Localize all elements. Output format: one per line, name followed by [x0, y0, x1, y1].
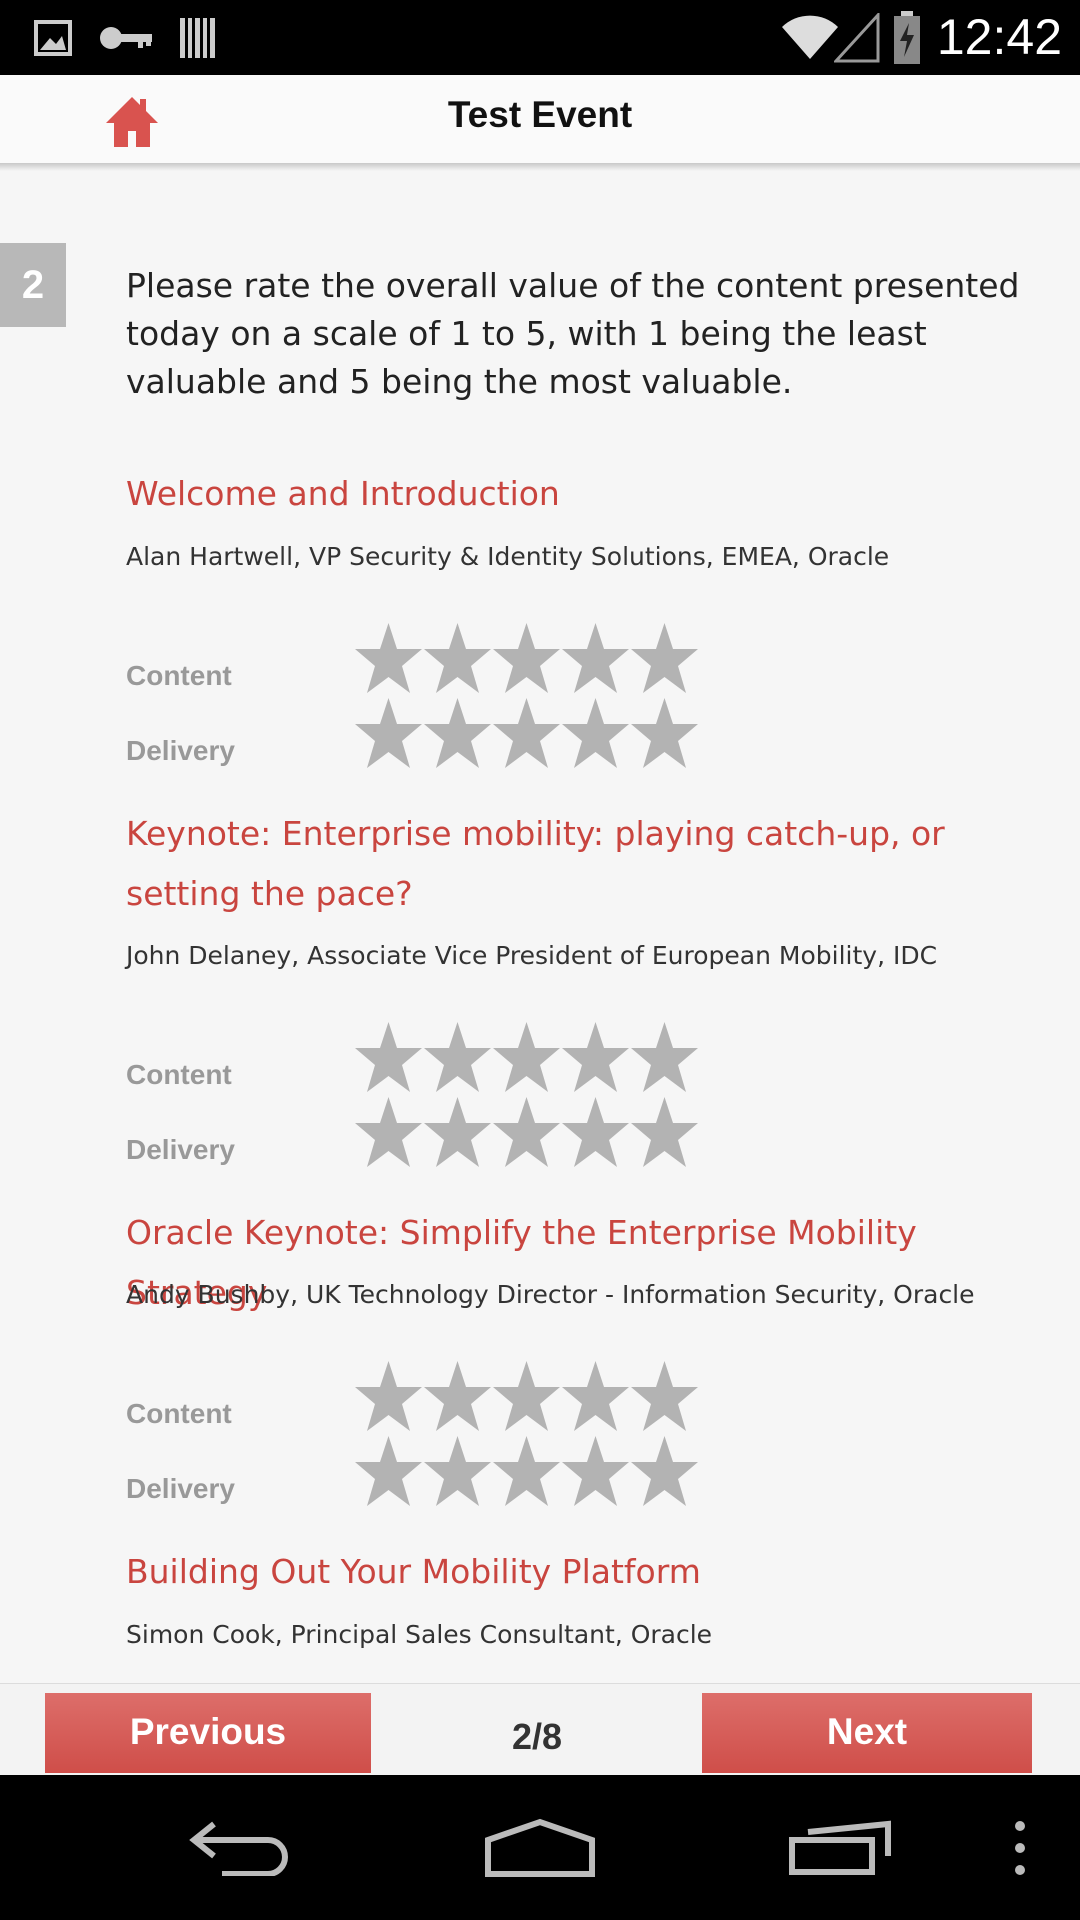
delivery-rating-label: Delivery: [126, 1473, 235, 1504]
delivery-rating-stars[interactable]: [354, 1095, 699, 1169]
star-icon[interactable]: [492, 621, 561, 695]
pager-bar: Previous 2/8 Next: [0, 1683, 1080, 1776]
home-nav-button[interactable]: [450, 1775, 630, 1920]
session-speaker: Alan Hartwell, VP Security & Identity So…: [126, 542, 890, 571]
session-title: Keynote: Enterprise mobility: playing ca…: [126, 814, 945, 913]
delivery-rating-label: Delivery: [126, 735, 235, 766]
content-rating-stars[interactable]: [354, 1020, 699, 1094]
session-title: Building Out Your Mobility Platform: [126, 1552, 701, 1591]
star-icon[interactable]: [354, 1434, 423, 1508]
barcode-icon: [178, 0, 218, 75]
star-icon[interactable]: [630, 621, 699, 695]
star-icon[interactable]: [354, 696, 423, 770]
clock: 12:42: [936, 9, 1062, 65]
content-rating-stars[interactable]: [354, 621, 699, 695]
home-button[interactable]: [104, 95, 160, 149]
gallery-icon: [34, 0, 74, 75]
star-icon[interactable]: [630, 1434, 699, 1508]
star-icon[interactable]: [423, 621, 492, 695]
delivery-rating-label: Delivery: [126, 1134, 235, 1165]
star-icon[interactable]: [492, 1020, 561, 1094]
star-icon[interactable]: [354, 1095, 423, 1169]
question-text: Please rate the overall value of the con…: [126, 266, 1020, 401]
star-icon[interactable]: [492, 1359, 561, 1433]
overflow-menu-button[interactable]: [990, 1775, 1050, 1920]
content-rating-label: Content: [126, 1059, 232, 1090]
question-number-badge: 2: [0, 243, 66, 327]
page-indicator: 2/8: [511, 1716, 563, 1757]
star-icon[interactable]: [561, 696, 630, 770]
battery-charging-icon: [892, 0, 922, 75]
back-button[interactable]: [150, 1775, 330, 1920]
star-icon[interactable]: [423, 1095, 492, 1169]
star-icon[interactable]: [561, 1095, 630, 1169]
star-icon[interactable]: [423, 1359, 492, 1433]
back-icon: [189, 1821, 288, 1876]
wifi-icon: [780, 0, 840, 75]
navigation-bar: [0, 1775, 1080, 1920]
key-icon: [98, 0, 154, 75]
home-icon: [106, 97, 158, 147]
star-icon[interactable]: [423, 1020, 492, 1094]
content-rating-label: Content: [126, 660, 232, 691]
delivery-rating-stars[interactable]: [354, 696, 699, 770]
star-icon[interactable]: [630, 1359, 699, 1433]
star-icon[interactable]: [354, 1020, 423, 1094]
star-icon[interactable]: [423, 1434, 492, 1508]
session-speaker: John Delaney, Associate Vice President o…: [126, 941, 938, 970]
signal-icon: [834, 0, 880, 75]
content-rating-stars[interactable]: [354, 1359, 699, 1433]
previous-button[interactable]: Previous: [45, 1693, 371, 1773]
star-icon[interactable]: [492, 696, 561, 770]
star-icon[interactable]: [354, 621, 423, 695]
star-icon[interactable]: [561, 621, 630, 695]
recent-apps-button[interactable]: [750, 1775, 930, 1920]
home-nav-icon: [485, 1818, 595, 1877]
overflow-menu-icon: [1015, 1820, 1025, 1875]
content-rating-label: Content: [126, 1398, 232, 1429]
app-bar-shadow: [0, 163, 1080, 171]
next-button[interactable]: Next: [702, 1693, 1032, 1773]
star-icon[interactable]: [630, 1095, 699, 1169]
star-icon[interactable]: [492, 1095, 561, 1169]
star-icon[interactable]: [561, 1434, 630, 1508]
recent-apps-icon: [789, 1820, 891, 1875]
status-bar: 12:42: [0, 0, 1080, 75]
app-bar: Test Event: [0, 75, 1080, 163]
star-icon[interactable]: [630, 1020, 699, 1094]
star-icon[interactable]: [561, 1020, 630, 1094]
star-icon[interactable]: [492, 1434, 561, 1508]
page-title: Test Event: [447, 94, 633, 135]
delivery-rating-stars[interactable]: [354, 1434, 699, 1508]
star-icon[interactable]: [561, 1359, 630, 1433]
star-icon[interactable]: [630, 696, 699, 770]
session-title: Welcome and Introduction: [126, 474, 560, 513]
star-icon[interactable]: [423, 696, 492, 770]
star-icon[interactable]: [354, 1359, 423, 1433]
session-speaker: Simon Cook, Principal Sales Consultant, …: [126, 1620, 713, 1649]
session-speaker: Andy Bushby, UK Technology Director - In…: [126, 1280, 975, 1309]
